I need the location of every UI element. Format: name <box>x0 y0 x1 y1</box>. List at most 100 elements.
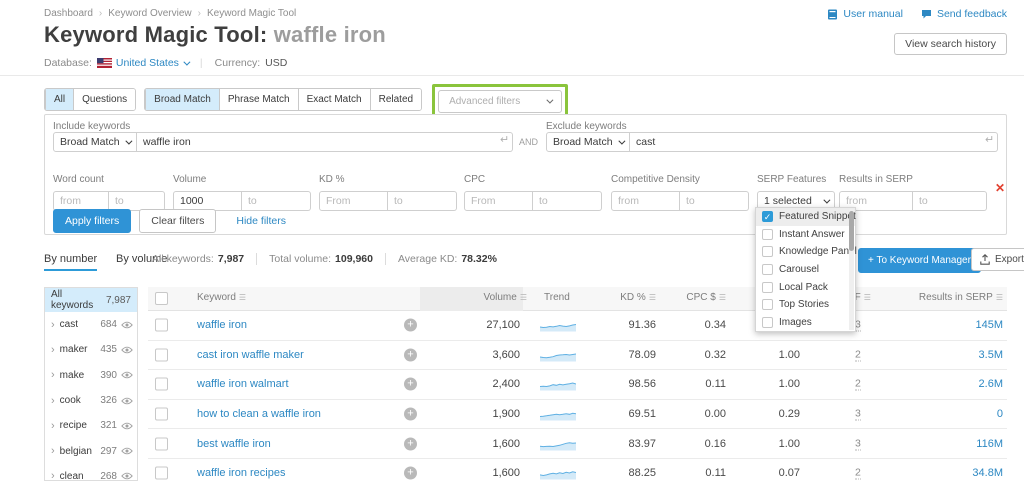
serp-feature-option[interactable]: Top Stories <box>756 296 855 314</box>
breadcrumb-item[interactable]: Dashboard <box>44 8 93 19</box>
from-input[interactable] <box>611 191 680 211</box>
from-input[interactable] <box>464 191 533 211</box>
tab[interactable]: Phrase Match <box>219 89 298 110</box>
keyword-link[interactable]: waffle iron walmart <box>197 378 289 390</box>
chevron-right-icon[interactable]: › <box>51 395 55 407</box>
checkbox[interactable] <box>762 229 773 240</box>
keyword-link[interactable]: waffle iron <box>197 319 247 331</box>
results-in-serp-link[interactable]: 34.8M <box>972 467 1003 479</box>
eye-icon[interactable] <box>121 470 133 481</box>
to-input[interactable] <box>388 191 457 211</box>
send-feedback-link[interactable]: Send feedback <box>921 8 1007 20</box>
include-keywords-input[interactable] <box>137 132 513 152</box>
serp-feature-option[interactable]: Images <box>756 314 855 332</box>
checkbox[interactable] <box>762 317 773 328</box>
checkbox[interactable] <box>762 282 773 293</box>
chevron-right-icon[interactable]: › <box>51 420 55 432</box>
select-all-checkbox[interactable] <box>155 292 168 305</box>
eye-icon[interactable] <box>121 319 133 331</box>
keyword-link[interactable]: best waffle iron <box>197 438 271 450</box>
col-cpc[interactable]: CPC $☰ <box>686 292 726 303</box>
plus-circle-icon[interactable]: + <box>404 378 417 391</box>
chevron-right-icon[interactable]: › <box>51 445 55 457</box>
sidebar-all-keywords[interactable]: All keywords 7,987 <box>45 288 137 312</box>
sidebar-group-item[interactable]: › cook 326 <box>45 388 137 413</box>
serp-feature-option[interactable]: Carousel <box>756 261 855 279</box>
sf-link[interactable]: 2 <box>855 348 861 361</box>
eye-icon[interactable] <box>121 344 133 356</box>
row-checkbox[interactable] <box>155 408 168 421</box>
col-results-in-serp[interactable]: Results in SERP☰ <box>919 292 1003 303</box>
user-manual-link[interactable]: User manual <box>827 8 903 20</box>
to-input[interactable] <box>680 191 749 211</box>
sf-link[interactable]: 3 <box>855 408 861 421</box>
col-volume[interactable]: Volume☰ <box>483 292 527 303</box>
results-in-serp-link[interactable]: 116M <box>976 438 1003 450</box>
row-checkbox[interactable] <box>155 319 168 332</box>
sidebar-group-item[interactable]: › clean 268 <box>45 464 137 481</box>
serp-feature-option[interactable]: Instant Answer <box>756 226 855 244</box>
chevron-right-icon[interactable]: › <box>51 369 55 381</box>
checkbox[interactable] <box>762 246 773 257</box>
plus-circle-icon[interactable]: + <box>404 319 417 332</box>
sf-link[interactable]: 3 <box>855 437 861 450</box>
eye-icon[interactable] <box>121 369 133 381</box>
to-input[interactable] <box>242 191 311 211</box>
eye-icon[interactable] <box>121 420 133 432</box>
view-search-history-button[interactable]: View search history <box>894 33 1007 55</box>
row-checkbox[interactable] <box>155 378 168 391</box>
col-kd[interactable]: KD %☰ <box>620 292 656 303</box>
checkbox[interactable]: ✓ <box>762 211 773 222</box>
keyword-link[interactable]: waffle iron recipes <box>197 467 285 479</box>
chevron-right-icon[interactable]: › <box>51 470 55 481</box>
hide-filters-link[interactable]: Hide filters <box>236 215 286 227</box>
checkbox[interactable] <box>762 264 773 275</box>
exclude-match-select[interactable]: Broad Match <box>546 132 630 152</box>
tab[interactable]: Exact Match <box>298 89 370 110</box>
tab[interactable]: All <box>45 89 73 110</box>
results-in-serp-link[interactable]: 2.6M <box>979 378 1003 390</box>
row-checkbox[interactable] <box>155 348 168 361</box>
plus-circle-icon[interactable]: + <box>404 437 417 450</box>
clear-filters-button[interactable]: Clear filters <box>139 209 216 233</box>
plus-circle-icon[interactable]: + <box>404 348 417 361</box>
to-input[interactable] <box>533 191 602 211</box>
serp-feature-option[interactable]: ✓ Featured Snippet <box>756 208 855 226</box>
to-input[interactable] <box>109 191 165 211</box>
results-in-serp-link[interactable]: 3.5M <box>979 349 1003 361</box>
export-button[interactable]: Export <box>971 248 1024 271</box>
from-input[interactable] <box>173 191 242 211</box>
breadcrumb-item[interactable]: Keyword Magic Tool <box>192 8 297 19</box>
results-in-serp-link[interactable]: 145M <box>975 319 1003 331</box>
sf-link[interactable]: 2 <box>855 467 861 480</box>
col-keyword[interactable]: Keyword☰ <box>197 292 246 303</box>
sidebar-group-item[interactable]: › make 390 <box>45 363 137 388</box>
apply-filters-button[interactable]: Apply filters <box>53 209 131 233</box>
chevron-right-icon[interactable]: › <box>51 319 55 331</box>
sidebar-group-item[interactable]: › recipe 321 <box>45 413 137 438</box>
keyword-link[interactable]: how to clean a waffle iron <box>197 408 321 420</box>
scrollbar-thumb[interactable] <box>849 211 854 251</box>
database-select[interactable]: United States <box>97 57 188 69</box>
eye-icon[interactable] <box>121 395 133 407</box>
from-input[interactable] <box>319 191 388 211</box>
results-in-serp-link[interactable]: 0 <box>997 408 1003 420</box>
dropdown-scrollbar[interactable] <box>849 209 854 330</box>
exclude-keywords-input[interactable] <box>630 132 998 152</box>
sidebar-group-item[interactable]: › belgian 297 <box>45 438 137 463</box>
plus-circle-icon[interactable]: + <box>404 467 417 480</box>
clear-filter-x-icon[interactable]: ✕ <box>995 181 1005 195</box>
row-checkbox[interactable] <box>155 467 168 480</box>
plus-circle-icon[interactable]: + <box>404 408 417 421</box>
sidebar-group-item[interactable]: › cast 684 <box>45 312 137 337</box>
sf-link[interactable]: 2 <box>855 378 861 391</box>
keyword-link[interactable]: cast iron waffle maker <box>197 349 304 361</box>
serp-feature-option[interactable]: Knowledge Panel <box>756 243 855 261</box>
serp-feature-option[interactable]: Local Pack <box>756 278 855 296</box>
include-match-select[interactable]: Broad Match <box>53 132 137 152</box>
breadcrumb-item[interactable]: Keyword Overview <box>93 8 192 19</box>
chevron-right-icon[interactable]: › <box>51 344 55 356</box>
tab[interactable]: Questions <box>73 89 135 110</box>
advanced-filters-dropdown[interactable]: Advanced filters <box>438 90 562 113</box>
sidebar-group-item[interactable]: › maker 435 <box>45 337 137 362</box>
